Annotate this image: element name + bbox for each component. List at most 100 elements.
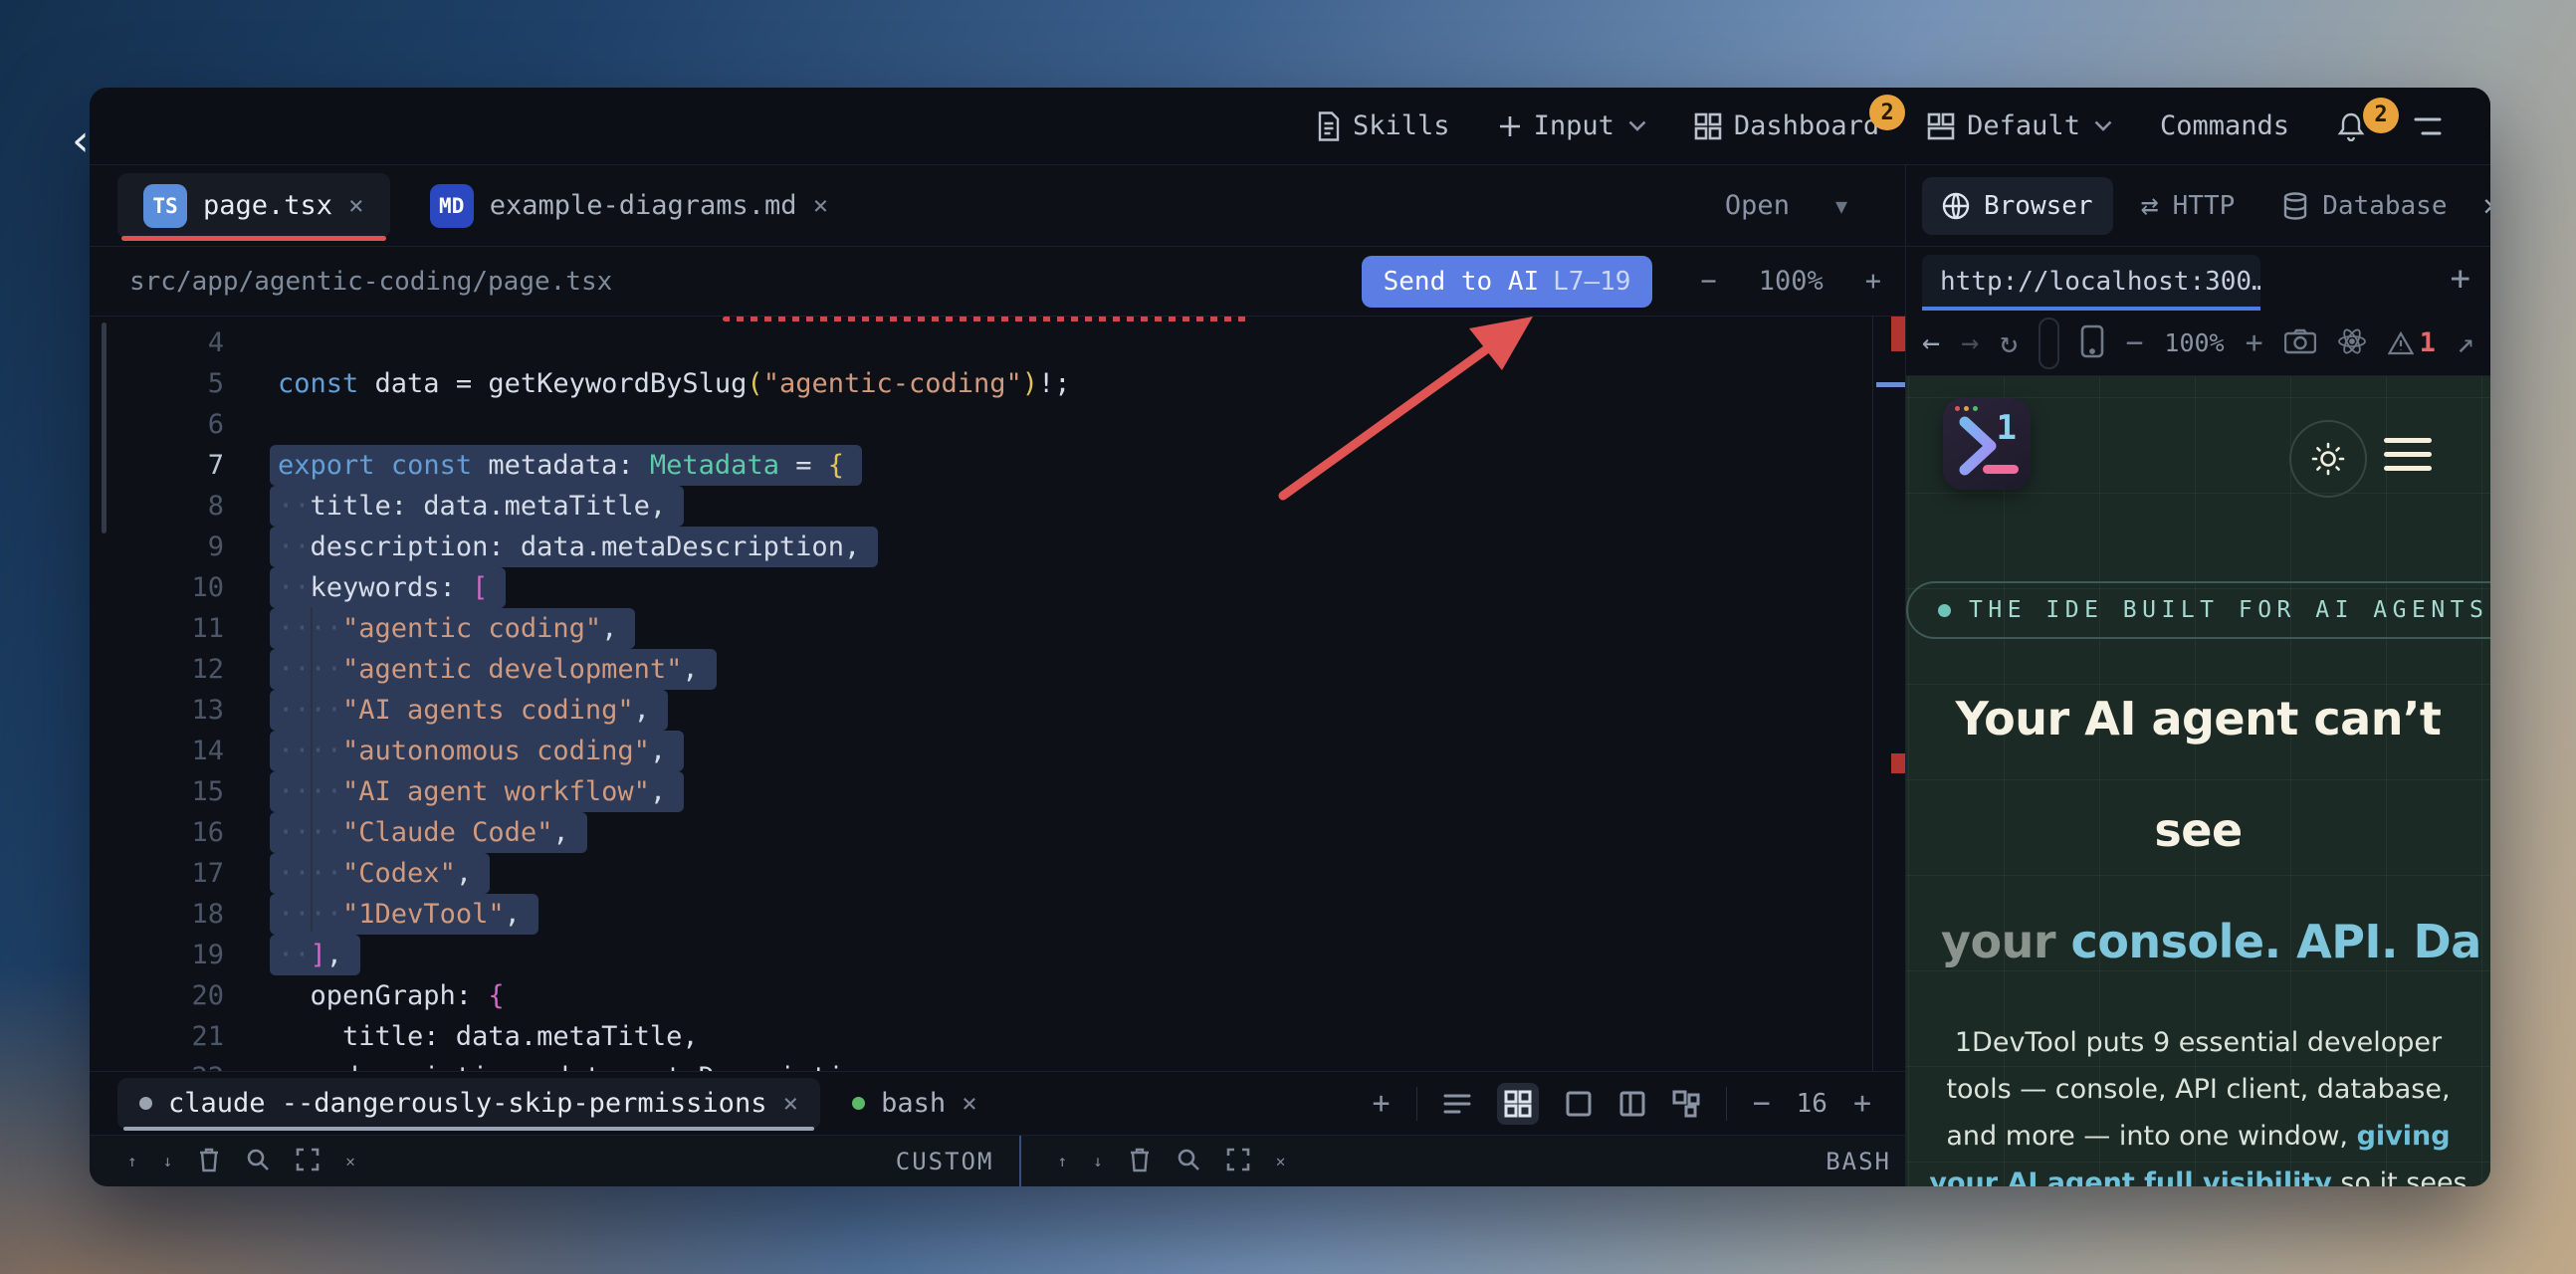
- overview-error-mark: [1891, 317, 1905, 351]
- breadcrumb: src/app/agentic-coding/page.tsx: [129, 267, 612, 297]
- tab-database[interactable]: Database: [2262, 177, 2467, 235]
- expand-icon[interactable]: [1226, 1148, 1250, 1175]
- nav-input[interactable]: Input: [1474, 110, 1670, 141]
- code-line[interactable]: 22 description: data.metaDescription: [90, 1057, 1905, 1071]
- line-number: 8: [90, 491, 254, 522]
- code-line[interactable]: 5const data = getKeywordBySlug("agentic-…: [90, 363, 1905, 404]
- line-text: ··title: data.metaTitle,: [270, 486, 684, 527]
- file-icon: [1317, 111, 1341, 141]
- code-editor[interactable]: 45const data = getKeywordBySlug("agentic…: [90, 317, 1905, 1071]
- list-layout-icon[interactable]: [1443, 1093, 1471, 1115]
- code-line[interactable]: 7export const metadata: Metadata = {: [90, 445, 1905, 486]
- viewport-size-input[interactable]: [2039, 318, 2059, 369]
- nav-commands[interactable]: Commands: [2136, 110, 2313, 141]
- forward-icon[interactable]: →: [1961, 325, 1979, 360]
- code-line[interactable]: 19··],: [90, 935, 1905, 975]
- zoom-level: 100%: [1759, 266, 1824, 297]
- menu-button[interactable]: [2389, 115, 2467, 137]
- nav-skills-label: Skills: [1353, 110, 1450, 141]
- grid-layout-icon[interactable]: [1497, 1083, 1539, 1125]
- tab-example-diagrams-md[interactable]: MD example-diagrams.md ×: [404, 173, 855, 239]
- reload-icon[interactable]: ↻: [2000, 325, 2018, 360]
- split-columns-icon[interactable]: [1618, 1090, 1646, 1118]
- terminal-tab-bash[interactable]: bash ×: [830, 1078, 999, 1130]
- code-line[interactable]: 15····"AI agent workflow",: [90, 771, 1905, 812]
- url-input[interactable]: http://localhost:300…: [1922, 255, 2260, 311]
- code-line[interactable]: 13····"AI agents coding",: [90, 690, 1905, 731]
- scroll-down-icon[interactable]: ↓: [163, 1152, 173, 1170]
- code-line[interactable]: 20 openGraph: {: [90, 975, 1905, 1016]
- grid-icon: [1694, 112, 1722, 140]
- search-icon[interactable]: [1177, 1148, 1200, 1175]
- scroll-up-icon[interactable]: ↑: [127, 1152, 137, 1170]
- line-number: 14: [90, 736, 254, 766]
- code-line[interactable]: 6: [90, 404, 1905, 445]
- react-devtools-icon[interactable]: [2337, 326, 2367, 360]
- close-tab-icon[interactable]: ×: [813, 191, 829, 221]
- close-terminal-icon[interactable]: ×: [962, 1089, 977, 1119]
- code-line[interactable]: 8 ··title: data.metaTitle,: [90, 486, 1905, 527]
- terminal-tab-claude[interactable]: claude --dangerously-skip-permissions ×: [117, 1078, 820, 1130]
- nav-skills[interactable]: Skills: [1293, 110, 1474, 141]
- line-text: ····"autonomous coding",: [270, 731, 684, 771]
- notifications-button[interactable]: 2: [2313, 111, 2389, 141]
- scroll-down-icon[interactable]: ↓: [1093, 1152, 1103, 1170]
- open-external-icon[interactable]: ↗: [2457, 325, 2474, 360]
- open-dropdown[interactable]: Open ▼: [1725, 190, 1905, 221]
- code-line[interactable]: 9··description: data.metaDescription,: [90, 527, 1905, 567]
- search-icon[interactable]: [246, 1148, 270, 1175]
- line-text: ····"agentic coding",: [270, 608, 635, 649]
- new-terminal-button[interactable]: +: [1373, 1086, 1391, 1121]
- scroll-up-icon[interactable]: ↑: [1057, 1152, 1067, 1170]
- mosaic-layout-icon[interactable]: [1672, 1090, 1700, 1118]
- single-pane-icon[interactable]: [1565, 1090, 1593, 1118]
- code-line[interactable]: 4: [90, 322, 1905, 363]
- overview-cursor-mark: [1876, 382, 1905, 387]
- back-icon[interactable]: ←: [1922, 325, 1940, 360]
- error-count: 1: [2420, 327, 2436, 358]
- code-line[interactable]: 17····"Codex",: [90, 853, 1905, 894]
- close-panel-icon[interactable]: ✕: [2483, 188, 2491, 223]
- code-line[interactable]: 16····"Claude Code",: [90, 812, 1905, 853]
- nav-dashboard[interactable]: Dashboard 2: [1670, 110, 1903, 141]
- indent-guide: [311, 607, 313, 932]
- browser-zoom-out[interactable]: −: [2125, 325, 2143, 360]
- close-tab-icon[interactable]: ×: [348, 191, 364, 221]
- font-size-decrease[interactable]: −: [1753, 1086, 1771, 1121]
- mode-label: CUSTOM: [896, 1148, 994, 1175]
- theme-toggle-button[interactable]: [2289, 420, 2367, 498]
- line-number: 18: [90, 899, 254, 930]
- tab-http[interactable]: ⇄ HTTP: [2121, 174, 2255, 237]
- nav-default-layout[interactable]: Default: [1903, 110, 2136, 141]
- new-browser-tab-button[interactable]: +: [2451, 259, 2470, 311]
- sidebar-collapse-chevron[interactable]: ‹: [68, 115, 95, 166]
- tab-filename: page.tsx: [203, 190, 332, 221]
- screenshot-camera-icon[interactable]: [2284, 328, 2316, 358]
- zoom-in-button[interactable]: +: [1865, 266, 1881, 297]
- code-line[interactable]: 11····"agentic coding",: [90, 608, 1905, 649]
- trash-icon[interactable]: [198, 1147, 220, 1176]
- code-line[interactable]: 18····"1DevTool",: [90, 894, 1905, 935]
- browser-zoom-in[interactable]: +: [2246, 325, 2263, 360]
- close-icon[interactable]: ✕: [345, 1152, 355, 1170]
- globe-icon: [1942, 192, 1970, 220]
- site-logo[interactable]: 1: [1943, 398, 2031, 490]
- send-to-ai-label: Send to AI: [1384, 267, 1540, 297]
- close-terminal-icon[interactable]: ×: [782, 1089, 798, 1119]
- dashboard-badge: 2: [1869, 95, 1905, 130]
- tab-page-tsx[interactable]: TS page.tsx ×: [117, 173, 390, 239]
- code-line[interactable]: 10··keywords: [: [90, 567, 1905, 608]
- mobile-view-icon[interactable]: [2080, 324, 2104, 362]
- code-line[interactable]: 14 ····"autonomous coding",: [90, 731, 1905, 771]
- expand-icon[interactable]: [296, 1148, 320, 1175]
- code-line[interactable]: 12····"agentic development",: [90, 649, 1905, 690]
- font-size-increase[interactable]: +: [1853, 1086, 1871, 1121]
- site-menu-button[interactable]: [2384, 438, 2432, 480]
- trash-icon[interactable]: [1129, 1147, 1151, 1176]
- code-line[interactable]: 21 title: data.metaTitle,: [90, 1016, 1905, 1057]
- zoom-out-button[interactable]: −: [1700, 266, 1716, 297]
- console-errors-indicator[interactable]: 1: [2388, 327, 2436, 358]
- close-icon[interactable]: ✕: [1276, 1152, 1286, 1170]
- tab-browser[interactable]: Browser: [1922, 177, 2113, 235]
- send-to-ai-button[interactable]: Send to AI L7–19: [1362, 256, 1653, 308]
